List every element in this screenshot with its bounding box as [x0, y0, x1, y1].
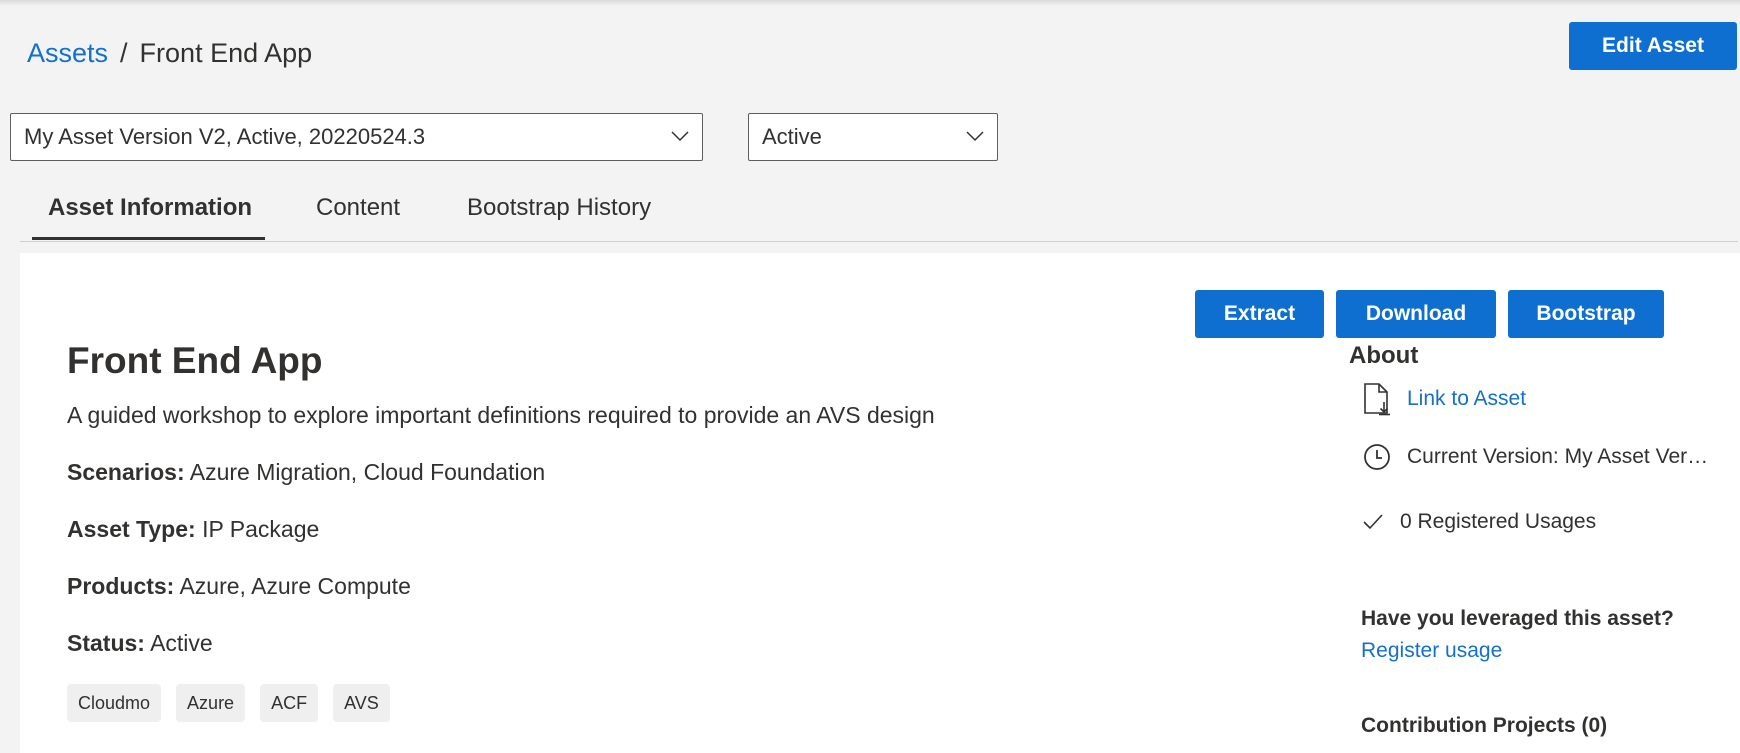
- active-tab-indicator: [32, 237, 265, 240]
- scenarios-label: Scenarios:: [67, 459, 185, 485]
- tag-chip[interactable]: Azure: [176, 684, 246, 722]
- leverage-question: Have you leveraged this asset?: [1361, 607, 1674, 630]
- link-to-asset-row[interactable]: Link to Asset: [1360, 382, 1526, 416]
- current-version-row: Current Version: My Asset Version V2, Ac…: [1360, 440, 1715, 474]
- products-value: Azure, Azure Compute: [179, 573, 411, 599]
- tag-chip[interactable]: ACF: [260, 684, 319, 722]
- about-heading: About: [1349, 342, 1419, 369]
- bootstrap-button[interactable]: Bootstrap: [1508, 290, 1664, 338]
- checkmark-icon: [1360, 505, 1386, 539]
- asset-type-label: Asset Type:: [67, 516, 196, 542]
- products-label: Products:: [67, 573, 175, 599]
- contribution-projects-heading: Contribution Projects (0): [1361, 714, 1608, 737]
- breadcrumb-current: Front End App: [139, 38, 313, 68]
- edit-asset-button[interactable]: Edit Asset: [1569, 22, 1737, 70]
- asset-type-value: IP Package: [202, 516, 320, 542]
- asset-description: A guided workshop to explore important d…: [67, 402, 935, 428]
- chevron-down-icon: [966, 131, 984, 142]
- status-value: Active: [150, 630, 213, 656]
- scenarios-field: Scenarios: Azure Migration, Cloud Founda…: [67, 459, 545, 486]
- breadcrumb-separator: /: [120, 38, 128, 68]
- tab-bootstrap-history[interactable]: Bootstrap History: [467, 194, 651, 222]
- clock-icon: [1360, 440, 1394, 474]
- current-version-text: Current Version: My Asset Version V2, Ac…: [1407, 445, 1715, 468]
- status-label: Status:: [67, 630, 145, 656]
- breadcrumb: Assets / Front End App: [27, 38, 312, 69]
- breadcrumb-assets-link[interactable]: Assets: [27, 38, 108, 69]
- status-field: Status: Active: [67, 630, 213, 657]
- tab-asset-information[interactable]: Asset Information: [48, 194, 252, 222]
- download-button[interactable]: Download: [1336, 290, 1496, 338]
- version-dropdown-value: My Asset Version V2, Active, 20220524.3: [24, 124, 426, 149]
- extract-button[interactable]: Extract: [1195, 290, 1324, 338]
- link-to-asset[interactable]: Link to Asset: [1407, 387, 1526, 411]
- register-usage-link[interactable]: Register usage: [1361, 639, 1502, 663]
- products-field: Products: Azure, Azure Compute: [67, 573, 411, 600]
- version-dropdown[interactable]: My Asset Version V2, Active, 20220524.3: [10, 113, 703, 161]
- asset-title: Front End App: [67, 340, 323, 381]
- asset-type-field: Asset Type: IP Package: [67, 516, 319, 543]
- tab-bar: Asset Information Content Bootstrap Hist…: [20, 186, 1738, 242]
- tag-chip[interactable]: Cloudmo: [67, 684, 162, 722]
- chevron-down-icon: [671, 131, 689, 142]
- file-download-icon: [1360, 382, 1394, 416]
- registered-usages-text: 0 Registered Usages: [1400, 510, 1597, 533]
- tag-chip[interactable]: AVS: [333, 684, 390, 722]
- tag-list: Cloudmo Azure ACF AVS: [67, 684, 390, 722]
- status-dropdown-value: Active: [762, 124, 822, 149]
- registered-usages-row: 0 Registered Usages: [1360, 505, 1596, 539]
- status-dropdown[interactable]: Active: [748, 113, 998, 161]
- tab-content[interactable]: Content: [316, 194, 400, 222]
- top-shadow: [0, 0, 1740, 6]
- scenarios-value: Azure Migration, Cloud Foundation: [189, 459, 546, 485]
